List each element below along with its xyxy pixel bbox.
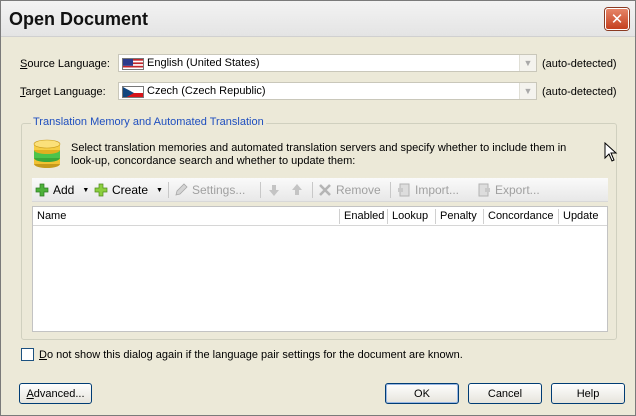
- column-divider[interactable]: [339, 209, 340, 224]
- column-divider[interactable]: [483, 209, 484, 224]
- delete-x-icon: [318, 183, 332, 197]
- create-button[interactable]: Create ▼: [94, 183, 163, 197]
- target-language-value: Czech (Czech Republic): [147, 85, 266, 97]
- target-auto-detected: (auto-detected): [542, 86, 617, 98]
- plus-icon: [94, 183, 108, 197]
- source-language-value: English (United States): [147, 57, 260, 69]
- move-down-button[interactable]: [267, 183, 285, 197]
- column-divider[interactable]: [558, 209, 559, 224]
- tm-list-grid[interactable]: Name Enabled Lookup Penalty Concordance …: [32, 206, 608, 332]
- import-button[interactable]: Import...: [397, 183, 459, 197]
- tm-description: Select translation memories and automate…: [71, 142, 567, 167]
- toolbar-separator: [260, 182, 261, 198]
- dont-show-again-label[interactable]: Do not show this dialog again if the lan…: [39, 349, 463, 361]
- target-language-combo[interactable]: Czech (Czech Republic) ▼: [118, 82, 537, 100]
- plus-icon: [35, 183, 49, 197]
- settings-button[interactable]: Settings...: [174, 183, 245, 197]
- toolbar-separator: [168, 182, 169, 198]
- column-header-penalty[interactable]: Penalty: [440, 210, 477, 222]
- chevron-down-icon[interactable]: ▼: [519, 83, 536, 99]
- arrow-up-icon: [290, 183, 304, 197]
- import-icon: [397, 183, 411, 197]
- cancel-button[interactable]: Cancel: [468, 383, 542, 404]
- move-up-button[interactable]: [290, 183, 308, 197]
- advanced-button[interactable]: Advanced...: [19, 383, 92, 404]
- remove-button[interactable]: Remove: [318, 183, 381, 197]
- export-label: Export...: [495, 183, 540, 197]
- toolbar-separator: [390, 182, 391, 198]
- close-icon: ✕: [610, 10, 624, 28]
- mouse-pointer-icon: [604, 142, 618, 162]
- export-button[interactable]: Export...: [477, 183, 540, 197]
- remove-label: Remove: [336, 183, 381, 197]
- import-label: Import...: [415, 183, 460, 197]
- chevron-down-icon: ▼: [156, 186, 163, 194]
- column-header-concordance[interactable]: Concordance: [488, 210, 553, 222]
- column-divider[interactable]: [435, 209, 436, 224]
- chevron-down-icon: ▼: [82, 186, 90, 194]
- source-auto-detected: (auto-detected): [542, 58, 617, 70]
- source-language-combo[interactable]: English (United States) ▼: [118, 54, 537, 72]
- column-header-name[interactable]: Name: [37, 210, 66, 222]
- title-bar: Open Document ✕: [1, 1, 635, 37]
- toolbar-separator: [312, 182, 313, 198]
- settings-label: Settings...: [192, 183, 246, 197]
- target-language-label: Target Language:: [20, 86, 106, 98]
- export-icon: [477, 183, 491, 197]
- column-divider[interactable]: [387, 209, 388, 224]
- open-document-dialog: Open Document ✕ Source Language: English…: [0, 0, 636, 416]
- arrow-down-icon: [267, 183, 281, 197]
- add-label: Add: [53, 183, 75, 197]
- tm-group-title: Translation Memory and Automated Transla…: [31, 116, 266, 128]
- database-icon: [32, 136, 62, 170]
- column-header-enabled[interactable]: Enabled: [344, 210, 384, 222]
- chevron-down-icon[interactable]: ▼: [519, 55, 536, 71]
- ok-button[interactable]: OK: [385, 383, 459, 404]
- help-button[interactable]: Help: [551, 383, 625, 404]
- column-header-update[interactable]: Update: [563, 210, 598, 222]
- dont-show-again-checkbox[interactable]: [21, 348, 34, 361]
- dialog-title: Open Document: [9, 9, 149, 29]
- grid-header: Name Enabled Lookup Penalty Concordance …: [33, 207, 607, 226]
- add-button[interactable]: Add ▼: [35, 183, 89, 197]
- source-language-label: Source Language:: [20, 58, 110, 70]
- column-header-lookup[interactable]: Lookup: [392, 210, 428, 222]
- tm-toolbar: Add ▼ Create ▼ Settings... Remove Import…: [32, 178, 608, 202]
- pencil-icon: [174, 183, 188, 197]
- czech-flag-icon: [122, 86, 144, 98]
- us-flag-icon: [122, 58, 144, 70]
- create-label: Create: [112, 183, 149, 197]
- close-button[interactable]: ✕: [605, 8, 629, 30]
